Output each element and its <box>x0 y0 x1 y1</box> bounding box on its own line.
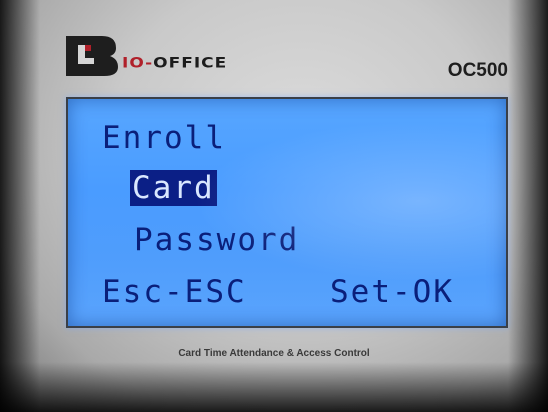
time-attendance-device: IO-OFFICE OC500 Enroll Card Password Esc… <box>0 0 548 412</box>
logo-mark-icon <box>62 32 120 78</box>
bio-office-logo: IO-OFFICE <box>62 30 227 80</box>
set-softkey-hint: Set-OK <box>330 274 454 310</box>
logo-text: IO-OFFICE <box>122 55 227 72</box>
menu-item-card-label: Card <box>130 170 217 206</box>
logo-text-suffix: OFFICE <box>153 54 228 72</box>
menu-item-card[interactable]: Card <box>130 170 217 206</box>
device-caption: Card Time Attendance & Access Control <box>178 348 370 359</box>
screen-title: Enroll <box>102 120 226 156</box>
menu-item-password[interactable]: Password <box>134 223 299 257</box>
model-label: OC500 <box>447 60 508 81</box>
logo-text-prefix: IO- <box>122 54 154 72</box>
lcd-screen: Enroll Card Password Esc-ESC Set-OK <box>66 97 508 328</box>
esc-softkey-hint: Esc-ESC <box>102 274 247 310</box>
